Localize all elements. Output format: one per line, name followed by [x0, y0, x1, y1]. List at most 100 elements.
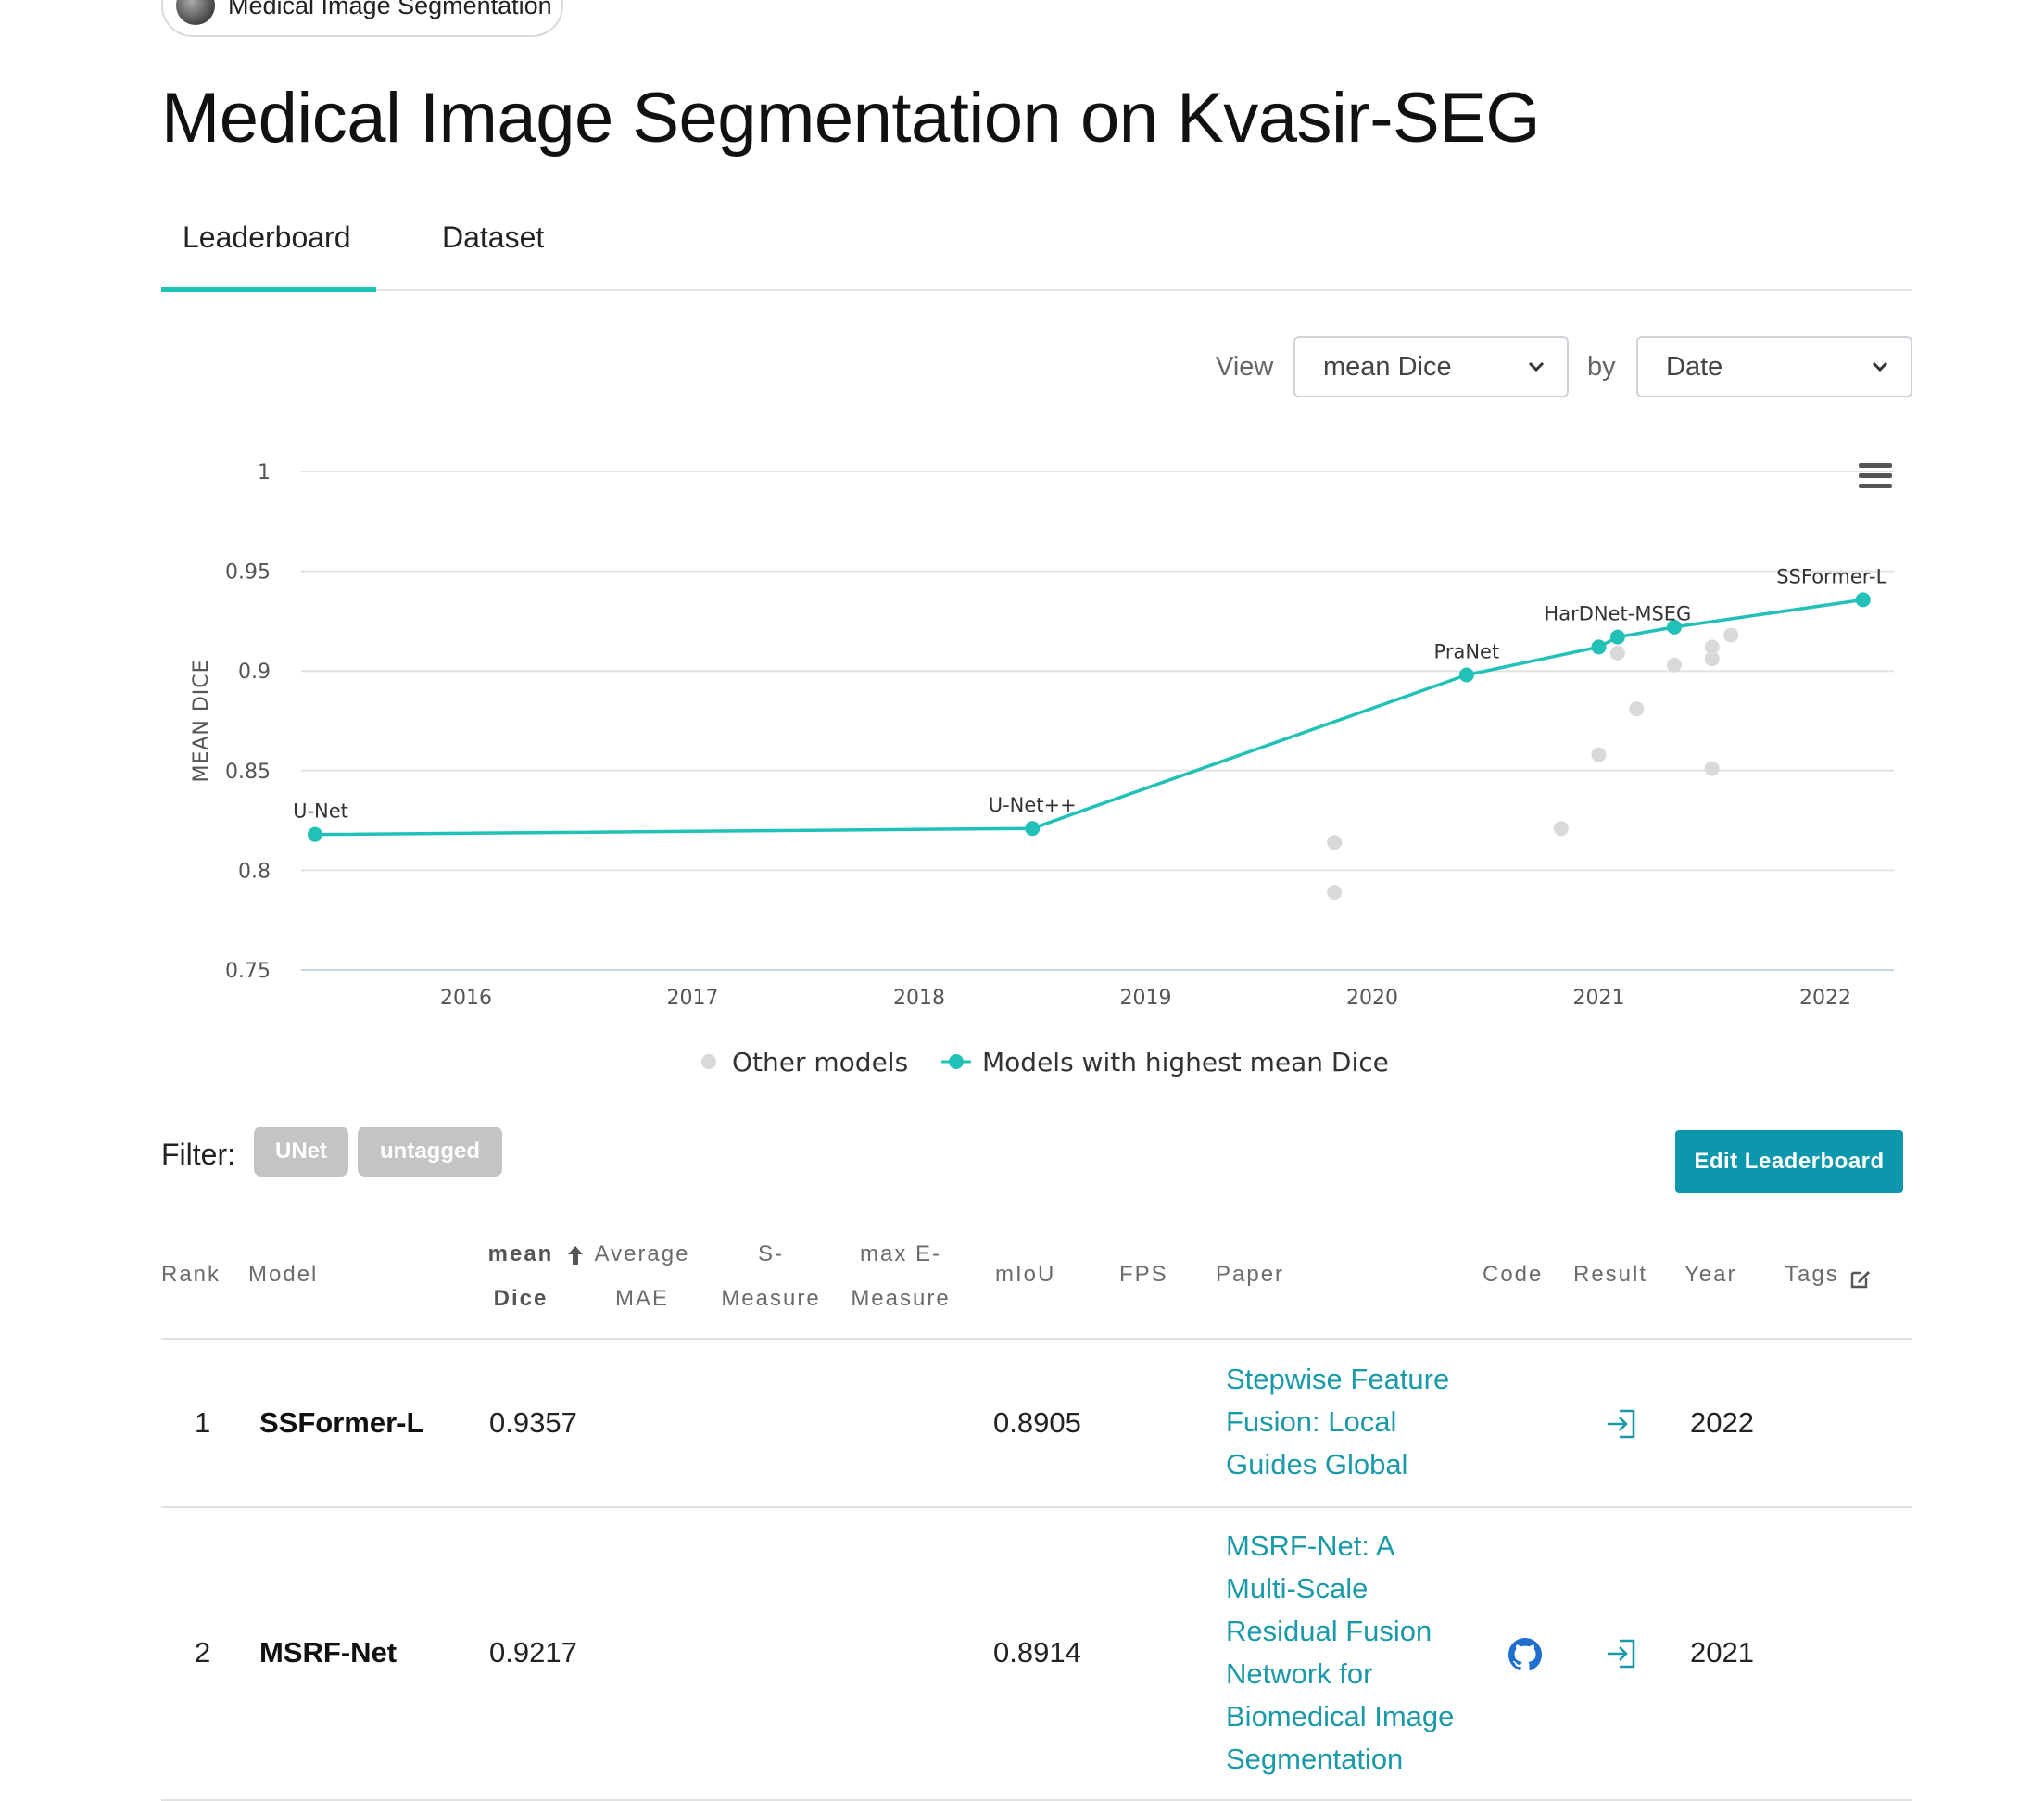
col-max-e-measure-line2: Measure	[851, 1286, 951, 1311]
row2-paper-link[interactable]: MSRF-Net: A Multi-Scale Residual Fusion …	[1226, 1525, 1467, 1781]
legend-marker-best	[949, 1054, 964, 1069]
col-miou[interactable]: mIoU	[995, 1253, 1055, 1297]
col-year[interactable]: Year	[1684, 1253, 1737, 1297]
github-icon[interactable]	[1508, 1638, 1542, 1671]
x-tick-label: 2016	[440, 987, 492, 1010]
legend-label-best: Models with highest mean Dice	[982, 1047, 1389, 1077]
paper-line: Stepwise Feature	[1226, 1363, 1450, 1395]
row2-year: 2021	[1690, 1636, 1754, 1669]
col-max-e-measure-line1: max E-	[859, 1241, 941, 1266]
col-mean-dice[interactable]: mean Dice	[484, 1232, 558, 1321]
row1-paper-link[interactable]: Stepwise Feature Fusion: Local Guides Gl…	[1226, 1358, 1467, 1486]
best-model-point	[1025, 821, 1041, 837]
mean-dice-chart: U-Net U-Net++ PraNet HarDNet-MSEG SSFormer-L…	[190, 461, 1894, 1077]
col-paper: Paper	[1216, 1262, 1285, 1287]
tabs-divider	[161, 289, 1912, 291]
legend-marker-other	[701, 1054, 716, 1069]
row2-rank: 2	[195, 1636, 211, 1669]
chart-menu-icon[interactable]	[1859, 463, 1892, 488]
other-model-point	[1704, 651, 1720, 667]
y-tick-label: 0.95	[225, 561, 271, 585]
filter-tag-unet[interactable]: UNet	[254, 1127, 348, 1177]
col-average-mae-line1: Average	[594, 1241, 690, 1266]
result-enter-icon[interactable]	[1605, 1638, 1638, 1669]
other-model-point	[1667, 657, 1682, 673]
paper-line: MSRF-Net: A	[1226, 1530, 1395, 1562]
col-model[interactable]: Model	[248, 1253, 318, 1297]
view-metric-select[interactable]: mean Dice	[1293, 336, 1569, 397]
best-model-point	[1591, 639, 1607, 655]
filter-label: Filter:	[161, 1138, 235, 1171]
col-s-measure-line1: S-	[758, 1241, 784, 1266]
best-model-point	[1609, 629, 1625, 645]
paper-line: Segmentation	[1226, 1743, 1404, 1775]
tab-leaderboard[interactable]: Leaderboard	[183, 220, 350, 255]
col-s-measure-line2: Measure	[721, 1286, 821, 1311]
col-average-mae[interactable]: Average MAE	[586, 1232, 699, 1321]
view-by-select[interactable]: Date	[1636, 336, 1912, 397]
row1-rank: 1	[195, 1406, 211, 1439]
breadcrumb-pill[interactable]: Medical Image Segmentation	[161, 0, 563, 37]
y-tick-label: 0.75	[225, 960, 271, 983]
row2-miou: 0.8914	[993, 1636, 1081, 1669]
x-tick-label: 2018	[893, 987, 945, 1010]
view-label: View	[1216, 352, 1274, 382]
best-model-point	[308, 826, 322, 842]
best-model-point	[1855, 592, 1871, 608]
sort-ascending-icon[interactable]	[566, 1244, 585, 1266]
best-models-line	[314, 598, 1864, 837]
row1-mean-dice: 0.9357	[489, 1406, 577, 1439]
col-mean-dice-line2: Dice	[493, 1286, 549, 1311]
x-tick-label: 2017	[667, 987, 719, 1010]
tab-dataset[interactable]: Dataset	[442, 220, 544, 255]
point-label: SSFormer-L	[1776, 565, 1886, 587]
col-mean-dice-line1: mean	[487, 1241, 554, 1266]
col-average-mae-line2: MAE	[614, 1286, 669, 1311]
col-result: Result	[1573, 1262, 1648, 1287]
other-model-point	[1609, 645, 1625, 661]
edit-tags-icon[interactable]	[1849, 1267, 1872, 1290]
col-s-measure[interactable]: S- Measure	[712, 1232, 830, 1321]
row1-year: 2022	[1690, 1406, 1754, 1439]
view-metric-value: mean Dice	[1323, 351, 1452, 382]
x-tick-label: 2020	[1346, 987, 1398, 1010]
x-tick-label: 2019	[1120, 987, 1172, 1010]
other-model-point	[1327, 835, 1343, 850]
other-model-point	[1629, 701, 1645, 717]
row2-mean-dice: 0.9217	[489, 1636, 577, 1669]
y-tick-label: 1	[258, 461, 271, 485]
breadcrumb-label: Medical Image Segmentation	[228, 0, 552, 19]
chevron-down-icon	[1872, 361, 1888, 372]
col-fps[interactable]: FPS	[1119, 1253, 1168, 1297]
col-max-e-measure[interactable]: max E- Measure	[841, 1232, 960, 1321]
by-label: by	[1587, 352, 1616, 382]
other-model-point	[1704, 761, 1720, 776]
y-tick-label: 0.8	[238, 860, 271, 883]
task-thumbnail	[176, 0, 215, 25]
best-model-point	[1458, 667, 1474, 683]
view-by-value: Date	[1666, 351, 1723, 382]
x-tick-label: 2022	[1799, 987, 1851, 1010]
paper-line: Multi-Scale	[1226, 1572, 1369, 1605]
row1-model[interactable]: SSFormer-L	[259, 1406, 423, 1440]
row1-miou: 0.8905	[993, 1406, 1081, 1439]
col-rank[interactable]: Rank	[161, 1253, 221, 1297]
result-enter-icon[interactable]	[1605, 1408, 1638, 1440]
paper-line: Residual Fusion	[1226, 1615, 1432, 1647]
filter-tag-untagged[interactable]: untagged	[358, 1127, 502, 1177]
col-tags: Tags	[1785, 1262, 1839, 1287]
y-tick-label: 0.85	[225, 761, 271, 784]
x-tick-label: 2021	[1573, 987, 1625, 1010]
y-axis-label: MEAN DICE	[190, 659, 213, 782]
edit-leaderboard-button[interactable]: Edit Leaderboard	[1675, 1130, 1903, 1193]
col-code: Code	[1483, 1262, 1544, 1287]
paper-line: Fusion: Local	[1226, 1405, 1397, 1438]
point-label: HarDNet-MSEG	[1544, 603, 1691, 625]
paper-line: Guides Global	[1226, 1448, 1408, 1480]
active-tab-indicator	[161, 287, 376, 292]
other-model-point	[1723, 627, 1739, 643]
row2-model[interactable]: MSRF-Net	[259, 1636, 397, 1669]
other-model-point	[1591, 747, 1607, 762]
other-model-point	[1327, 885, 1343, 900]
chevron-down-icon	[1528, 361, 1545, 372]
